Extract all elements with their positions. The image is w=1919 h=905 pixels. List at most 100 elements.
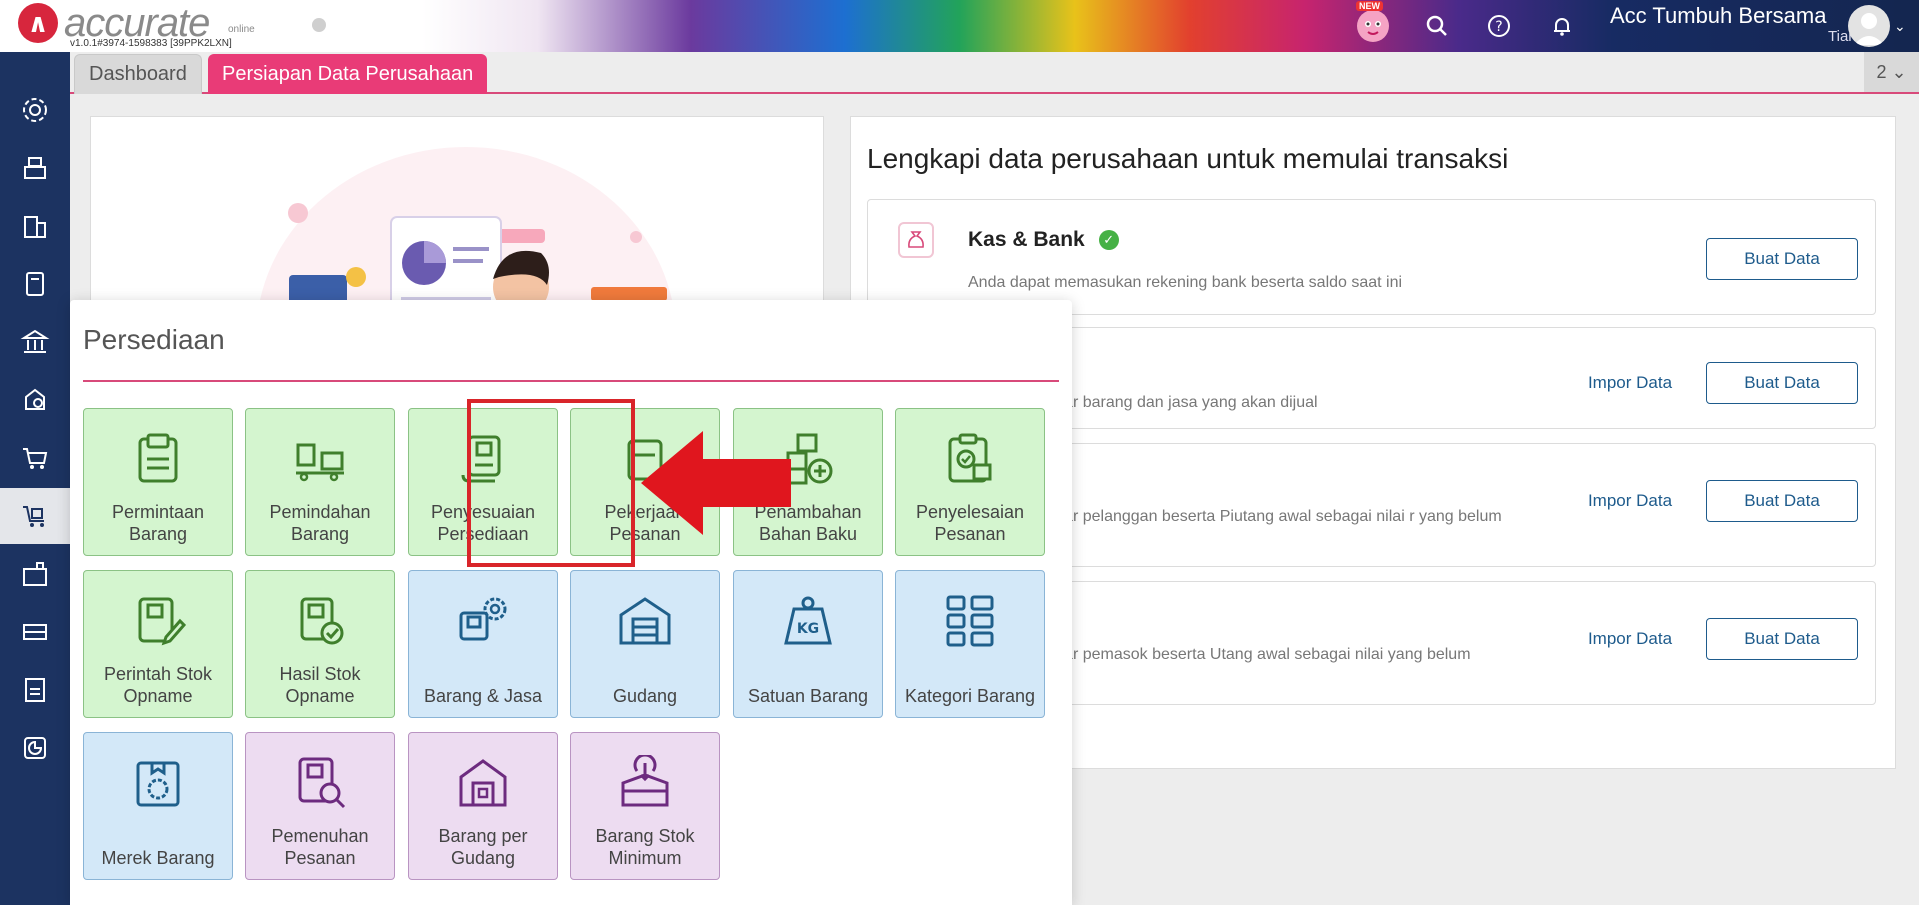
- popup-divider: [83, 380, 1059, 382]
- search-icon[interactable]: [1420, 9, 1454, 43]
- help-icon[interactable]: ?: [1482, 9, 1516, 43]
- tile-label: Barang Stok Minimum: [595, 826, 695, 868]
- tile-barang-per-gudang[interactable]: Barang per Gudang: [408, 732, 558, 880]
- sidebar-item-purchase[interactable]: [0, 430, 70, 486]
- buat-data-button[interactable]: Buat Data: [1706, 238, 1858, 280]
- logo-mark-icon: ∧: [18, 3, 58, 43]
- tile-label: Barang per Gudang: [438, 826, 528, 868]
- popup-title: Persediaan: [83, 324, 225, 355]
- tile-label: Gudang: [612, 686, 678, 706]
- cart-icon: [23, 448, 48, 469]
- tile-merek-barang[interactable]: Merek Barang: [83, 732, 233, 880]
- warehouse-item-icon: [453, 753, 513, 813]
- bank-icon: [20, 329, 50, 353]
- tile-penyelesaian-pesanan[interactable]: Penyelesaian Pesanan: [895, 408, 1045, 556]
- forklift-icon: [290, 429, 350, 489]
- sidebar-item-inventory[interactable]: [0, 488, 70, 544]
- card-title-text: Kas & Bank: [968, 228, 1085, 251]
- setup-card-kas-bank: Kas & Bank ✓ Anda dapat memasukan rekenin…: [867, 199, 1876, 315]
- factory-icon: [23, 562, 47, 586]
- brand-badge-icon: [128, 753, 188, 813]
- kg-weight-icon: KG: [778, 591, 838, 651]
- tab-persiapan-data[interactable]: Persiapan Data Perusahaan: [208, 54, 488, 94]
- tile-label: Perintah Stok Opname: [103, 664, 213, 706]
- tile-label: Pemenuhan Pesanan: [271, 826, 369, 868]
- sidebar-item-sales[interactable]: [0, 140, 70, 196]
- impor-data-link[interactable]: Impor Data: [1570, 618, 1690, 660]
- open-box-minimum-icon: [615, 753, 675, 813]
- logo-online-label: online: [228, 24, 255, 35]
- tile-label: Satuan Barang: [747, 686, 869, 706]
- tile-label: Penyelesaian Pesanan: [915, 502, 1025, 544]
- tile-label: Merek Barang: [101, 848, 215, 868]
- check-icon: ✓: [1098, 230, 1119, 251]
- tile-gudang[interactable]: Gudang: [570, 570, 720, 718]
- highlight-box: [467, 399, 635, 567]
- sidebar-item-tax[interactable]: [0, 662, 70, 718]
- sidebar-item-report[interactable]: [0, 720, 70, 776]
- tile-pemenuhan-pesanan[interactable]: Pemenuhan Pesanan: [245, 732, 395, 880]
- inventory-icon: [23, 506, 44, 527]
- buat-data-button[interactable]: Buat Data: [1706, 362, 1858, 404]
- sidebar-item-ledger[interactable]: [0, 256, 70, 312]
- tile-label: Permintaan Barang: [111, 502, 205, 544]
- sidebar-item-bank[interactable]: [0, 314, 70, 370]
- clipboard-check-icon: [940, 429, 1000, 489]
- tile-label: Hasil Stok Opname: [279, 664, 361, 706]
- sidebar: [0, 52, 70, 905]
- tile-label: Barang & Jasa: [423, 686, 543, 706]
- company-name[interactable]: Acc Tumbuh Bersama: [1610, 3, 1826, 29]
- impor-data-link[interactable]: Impor Data: [1570, 362, 1690, 404]
- tile-label: Pemindahan Barang: [269, 502, 371, 544]
- new-badge: NEW: [1356, 1, 1383, 11]
- cash-register-icon: [24, 157, 46, 179]
- tab-count-dropdown[interactable]: 2 ⌄: [1864, 52, 1919, 92]
- tab-count-value: 2: [1876, 61, 1887, 82]
- red-arrow-annotation: [641, 431, 791, 535]
- tab-dashboard[interactable]: Dashboard: [74, 54, 202, 94]
- chevron-down-icon[interactable]: ⌄: [1894, 18, 1906, 35]
- tile-satuan-barang[interactable]: KG Satuan Barang: [733, 570, 883, 718]
- item-service-icon: [453, 591, 513, 651]
- tile-pemindahan-barang[interactable]: Pemindahan Barang: [245, 408, 395, 556]
- impor-data-link[interactable]: Impor Data: [1570, 480, 1690, 522]
- order-search-icon: [290, 753, 350, 813]
- svg-text:KG: KG: [797, 621, 819, 637]
- sidebar-item-payment[interactable]: [0, 372, 70, 428]
- ledger-icon: [26, 272, 44, 296]
- tile-hasil-stok-opname[interactable]: Hasil Stok Opname: [245, 570, 395, 718]
- avatar[interactable]: [1848, 5, 1890, 47]
- tile-label: Kategori Barang: [904, 686, 1036, 706]
- warehouse-icon: [615, 591, 675, 651]
- svg-text:?: ?: [1495, 19, 1502, 35]
- version-label: v1.0.1#3974-1598383 [39PPK2LXN]: [70, 38, 232, 49]
- card-description: Anda dapat memasukan rekening bank beser…: [968, 274, 1403, 291]
- production-icon: [23, 624, 47, 640]
- tile-permintaan-barang[interactable]: Permintaan Barang: [83, 408, 233, 556]
- sidebar-item-company[interactable]: [0, 198, 70, 254]
- sidebar-item-settings[interactable]: [0, 82, 70, 138]
- tile-kategori-barang[interactable]: Kategori Barang: [895, 570, 1045, 718]
- sidebar-item-production[interactable]: [0, 604, 70, 660]
- tile-barang-jasa[interactable]: Barang & Jasa: [408, 570, 558, 718]
- buat-data-button[interactable]: Buat Data: [1706, 480, 1858, 522]
- gear-icon: [23, 98, 47, 122]
- category-grid-icon: [940, 591, 1000, 651]
- tile-barang-stok-minimum[interactable]: Barang Stok Minimum: [570, 732, 720, 880]
- tile-perintah-stok-opname[interactable]: Perintah Stok Opname: [83, 570, 233, 718]
- logo-text: accurate: [64, 1, 210, 45]
- stock-opname-result-icon: [290, 591, 350, 651]
- buat-data-button[interactable]: Buat Data: [1706, 618, 1858, 660]
- card-title: Kas & Bank ✓: [968, 228, 1119, 252]
- payment-icon: [25, 388, 45, 410]
- money-bag-icon: [898, 222, 934, 258]
- report-icon: [24, 737, 46, 759]
- status-dot: [312, 18, 326, 32]
- mascot-news-icon[interactable]: [1356, 9, 1390, 43]
- sidebar-item-assets[interactable]: [0, 546, 70, 602]
- persediaan-menu-popup: Persediaan Permintaan Barang Pemindahan …: [70, 300, 1072, 905]
- panel-title: Lengkapi data perusahaan untuk memulai t…: [867, 143, 1509, 174]
- notification-bell-icon[interactable]: [1545, 9, 1579, 43]
- top-header: ∧ accurate online v1.0.1#3974-1598383 [3…: [0, 0, 1919, 52]
- accurate-logo[interactable]: ∧ accurate: [18, 1, 210, 45]
